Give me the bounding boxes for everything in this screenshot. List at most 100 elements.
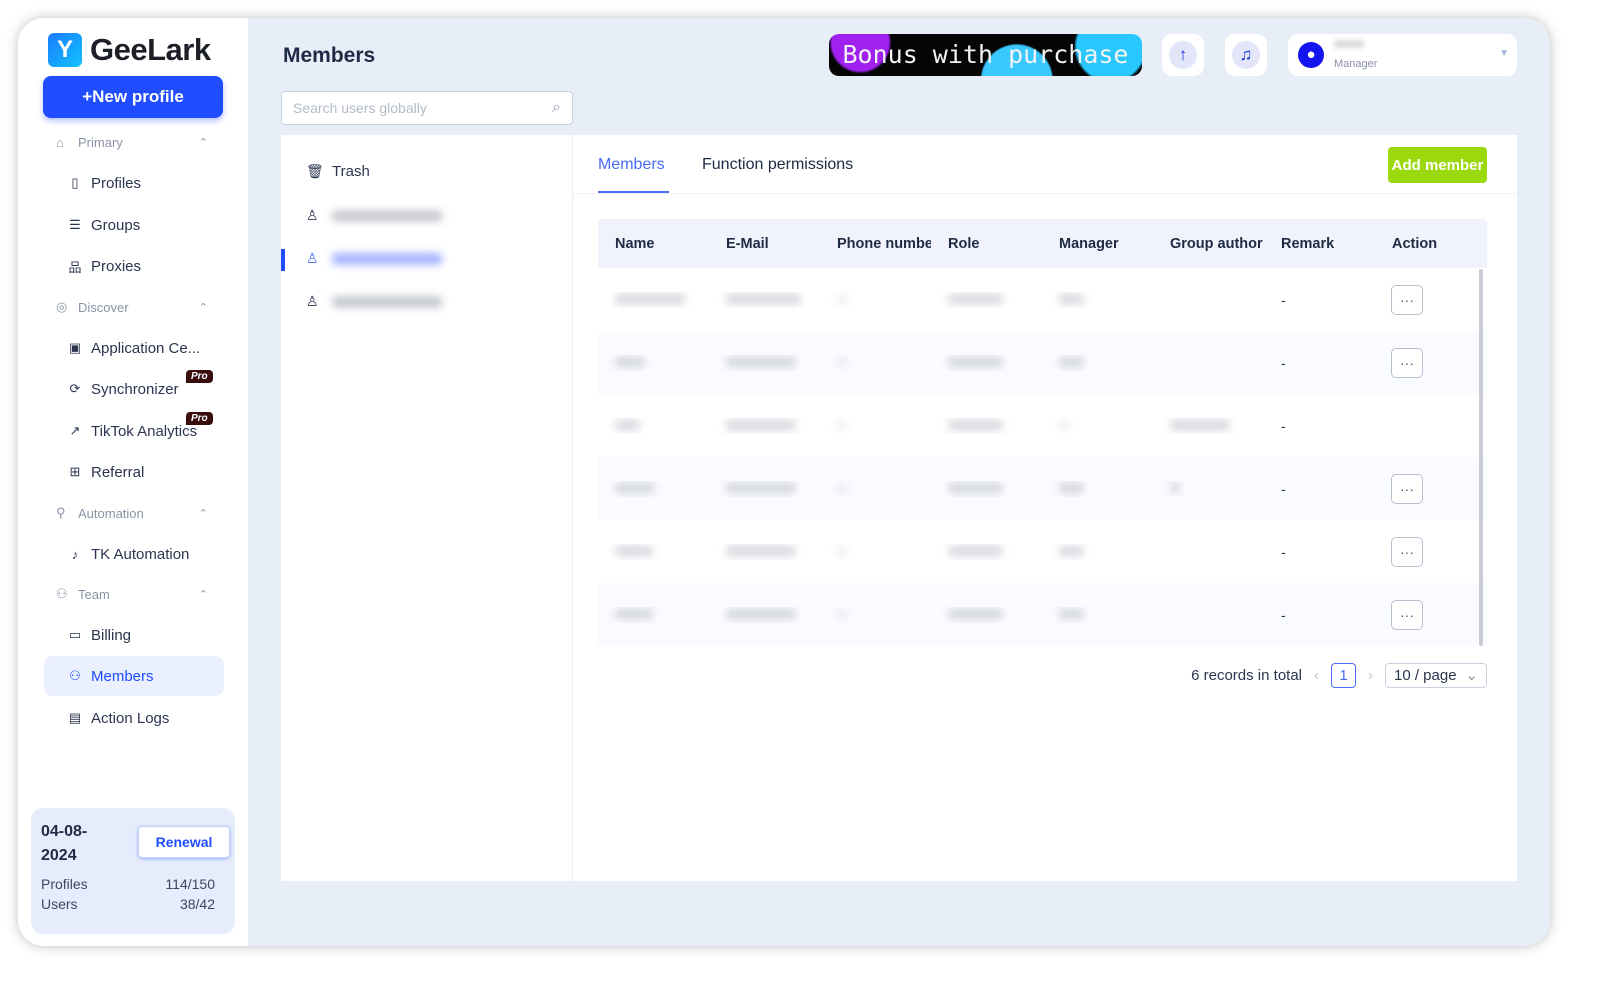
next-page-icon[interactable]: › bbox=[1368, 667, 1373, 684]
more-actions-button[interactable]: ··· bbox=[1391, 473, 1423, 504]
more-actions-button[interactable]: ··· bbox=[1391, 347, 1423, 378]
user-menu[interactable]: ● Manager ▼ bbox=[1288, 34, 1517, 76]
redacted-text bbox=[948, 418, 1003, 431]
user-icon: ♙ bbox=[306, 293, 319, 309]
more-actions-button[interactable]: ··· bbox=[1391, 284, 1423, 315]
redacted-cell bbox=[1153, 418, 1264, 434]
avatar: ● bbox=[1298, 42, 1324, 68]
redacted-cell bbox=[931, 418, 1042, 434]
notifications-button[interactable]: ♫ bbox=[1225, 34, 1267, 76]
selection-indicator bbox=[281, 249, 285, 271]
table-row[interactable]: - ··· bbox=[598, 583, 1487, 646]
section-automation[interactable]: ⚲ Automation ⌃ bbox=[56, 505, 208, 521]
bell-icon: ♫ bbox=[1232, 41, 1260, 69]
section-label: Team bbox=[78, 586, 110, 602]
sidebar-item-profiles[interactable]: ▯ Profiles bbox=[44, 163, 224, 203]
sidebar-item-proxies[interactable]: 品 Proxies bbox=[44, 246, 224, 286]
more-actions-button[interactable]: ··· bbox=[1391, 599, 1423, 630]
tab-function-permissions[interactable]: Function permissions bbox=[702, 156, 853, 174]
remark-cell: - bbox=[1281, 417, 1286, 434]
redacted-text bbox=[1059, 292, 1084, 305]
caret-down-icon: ▼ bbox=[1499, 48, 1509, 59]
tree-user-item[interactable]: ♙ bbox=[306, 207, 442, 224]
redacted-cell bbox=[931, 355, 1042, 371]
arrow-up-icon: ↑ bbox=[1169, 41, 1197, 69]
trash-item[interactable]: 🗑 Trash bbox=[306, 163, 370, 180]
redacted-cell bbox=[1042, 607, 1153, 623]
tree-user-item[interactable]: ♙ bbox=[306, 293, 442, 310]
redacted-cell bbox=[709, 418, 820, 434]
redacted-cell bbox=[820, 481, 931, 497]
sidebar-item-action-logs[interactable]: ▤ Action Logs bbox=[44, 698, 224, 738]
redacted-cell bbox=[709, 607, 820, 623]
redacted-text bbox=[837, 292, 847, 305]
action-cell: ··· bbox=[1375, 284, 1487, 315]
page-size-value: 10 / page bbox=[1394, 667, 1457, 684]
apps-icon: ▣ bbox=[68, 340, 82, 355]
redacted-text bbox=[615, 292, 685, 305]
redacted-cell bbox=[1042, 292, 1153, 308]
column-header: Name bbox=[615, 235, 655, 252]
new-profile-button[interactable]: +New profile bbox=[43, 76, 223, 118]
user-icon: ♙ bbox=[306, 250, 319, 266]
chevron-down-icon: ⌄ bbox=[1465, 667, 1478, 684]
redacted-cell bbox=[931, 544, 1042, 560]
remark-cell: - bbox=[1281, 480, 1286, 497]
logo-icon: Y bbox=[48, 33, 82, 67]
redacted-cell bbox=[598, 418, 709, 434]
sidebar-item-label: Members bbox=[91, 667, 154, 685]
more-actions-button[interactable]: ··· bbox=[1391, 536, 1423, 567]
redacted-text bbox=[726, 481, 796, 494]
column-header: E-Mail bbox=[726, 235, 769, 252]
section-team[interactable]: ⚇ Team ⌃ bbox=[56, 586, 208, 602]
redacted-cell bbox=[709, 355, 820, 371]
table-row[interactable]: - ··· bbox=[598, 268, 1487, 331]
table-row[interactable]: - bbox=[598, 394, 1487, 457]
sidebar-item-application-center[interactable]: ▣ Application Ce... bbox=[44, 328, 224, 368]
remark-cell: - bbox=[1281, 606, 1286, 623]
sidebar-item-billing[interactable]: ▭ Billing bbox=[44, 615, 224, 655]
upload-button[interactable]: ↑ bbox=[1162, 34, 1204, 76]
search-box[interactable]: ⌕ bbox=[281, 91, 573, 125]
sidebar-item-label: Groups bbox=[91, 216, 141, 234]
redacted-cell bbox=[1042, 544, 1153, 560]
section-primary[interactable]: ⌂ Primary ⌃ bbox=[56, 135, 208, 150]
table-scrollbar[interactable] bbox=[1479, 269, 1483, 646]
table-row[interactable]: - ··· bbox=[598, 520, 1487, 583]
table-body: - ··· - ··· - - ··· - ··· - ··· bbox=[598, 268, 1487, 646]
sidebar-item-tk-automation[interactable]: ♪ TK Automation bbox=[44, 534, 224, 574]
page-1-button[interactable]: 1 bbox=[1331, 663, 1356, 688]
tab-members[interactable]: Members bbox=[598, 156, 665, 174]
members-icon: ⚇ bbox=[69, 668, 81, 683]
user-icon: ♙ bbox=[306, 207, 319, 223]
sidebar-item-groups[interactable]: ☰ Groups bbox=[44, 205, 224, 245]
search-input[interactable] bbox=[293, 100, 553, 116]
sidebar-item-referral[interactable]: ⊞ Referral bbox=[44, 452, 224, 492]
tree-user-item-selected[interactable]: ♙ bbox=[306, 250, 442, 267]
sidebar-item-label: Action Logs bbox=[91, 709, 170, 727]
search-icon[interactable]: ⌕ bbox=[552, 99, 561, 117]
column-header: Phone number bbox=[837, 235, 931, 252]
page-size-select[interactable]: 10 / page ⌄ bbox=[1385, 663, 1487, 688]
remark-cell: - bbox=[1281, 291, 1286, 308]
remark-cell: - bbox=[1281, 354, 1286, 371]
redacted-text bbox=[1059, 607, 1084, 620]
renewal-button[interactable]: Renewal bbox=[138, 826, 230, 858]
page-title: Members bbox=[283, 44, 376, 67]
sidebar-item-members[interactable]: ⚇ Members bbox=[44, 656, 224, 696]
redacted-text bbox=[615, 418, 640, 431]
add-member-button[interactable]: Add member bbox=[1388, 147, 1487, 183]
table-row[interactable]: - ··· bbox=[598, 457, 1487, 520]
trash-icon: 🗑 bbox=[306, 163, 324, 179]
redacted-cell bbox=[598, 481, 709, 497]
remark-cell: - bbox=[1281, 543, 1286, 560]
section-discover[interactable]: ◎ Discover ⌃ bbox=[56, 299, 208, 315]
redacted-cell bbox=[820, 544, 931, 560]
redacted-cell bbox=[598, 292, 709, 308]
pro-badge: Pro bbox=[186, 412, 213, 425]
table-row[interactable]: - ··· bbox=[598, 331, 1487, 394]
table-header: Name E-Mail Phone number Role Manager Group a… bbox=[598, 219, 1487, 268]
promo-banner[interactable]: Bonus with purchase bbox=[829, 34, 1142, 76]
prev-page-icon[interactable]: ‹ bbox=[1314, 667, 1319, 684]
profiles-icon: ▯ bbox=[71, 175, 79, 190]
